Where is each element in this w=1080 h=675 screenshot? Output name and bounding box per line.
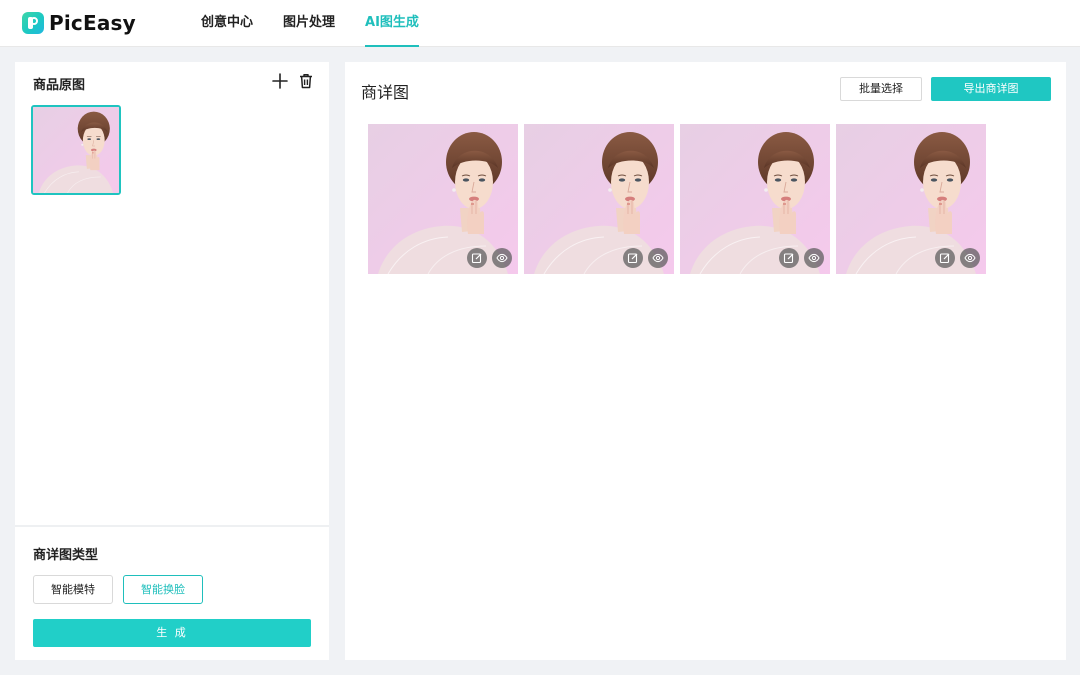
type-option-smart-model[interactable]: 智能模特	[33, 575, 113, 604]
detail-type-title: 商详图类型	[33, 548, 99, 563]
app-name: PicEasy	[49, 11, 136, 35]
type-option-face-swap[interactable]: 智能换脸	[123, 575, 203, 604]
add-icon[interactable]	[271, 72, 289, 90]
edit-icon[interactable]	[779, 248, 799, 268]
source-image-title: 商品原图	[33, 78, 86, 93]
top-bar: PicEasy 创意中心 图片处理 AI图生成	[0, 0, 1080, 47]
edit-icon[interactable]	[935, 248, 955, 268]
model-portrait-image	[33, 107, 119, 193]
trash-icon[interactable]	[297, 72, 315, 90]
edit-icon[interactable]	[623, 248, 643, 268]
logo-icon	[22, 12, 44, 34]
eye-icon[interactable]	[648, 248, 668, 268]
batch-select-button[interactable]: 批量选择	[840, 77, 922, 101]
result-card[interactable]	[836, 124, 986, 274]
result-grid	[368, 124, 992, 274]
nav-item-ai-generation[interactable]: AI图生成	[365, 0, 419, 47]
panel-divider	[15, 525, 329, 527]
app-logo[interactable]: PicEasy	[22, 11, 136, 35]
generate-button[interactable]: 生 成	[33, 619, 311, 647]
main-nav: 创意中心 图片处理 AI图生成	[201, 0, 449, 47]
detail-image-title: 商详图	[361, 83, 410, 102]
source-image-panel: 商品原图 商详图类型 智能模特 智能换脸 生 成	[15, 62, 329, 660]
edit-icon[interactable]	[467, 248, 487, 268]
detail-image-panel: 商详图 批量选择 导出商详图	[345, 62, 1066, 660]
eye-icon[interactable]	[804, 248, 824, 268]
result-card[interactable]	[368, 124, 518, 274]
result-card[interactable]	[680, 124, 830, 274]
export-button[interactable]: 导出商详图	[931, 77, 1051, 101]
eye-icon[interactable]	[960, 248, 980, 268]
nav-item-creative-center[interactable]: 创意中心	[201, 0, 253, 47]
nav-item-image-processing[interactable]: 图片处理	[283, 0, 335, 47]
result-card[interactable]	[524, 124, 674, 274]
source-image-thumbnail[interactable]	[31, 105, 121, 195]
eye-icon[interactable]	[492, 248, 512, 268]
